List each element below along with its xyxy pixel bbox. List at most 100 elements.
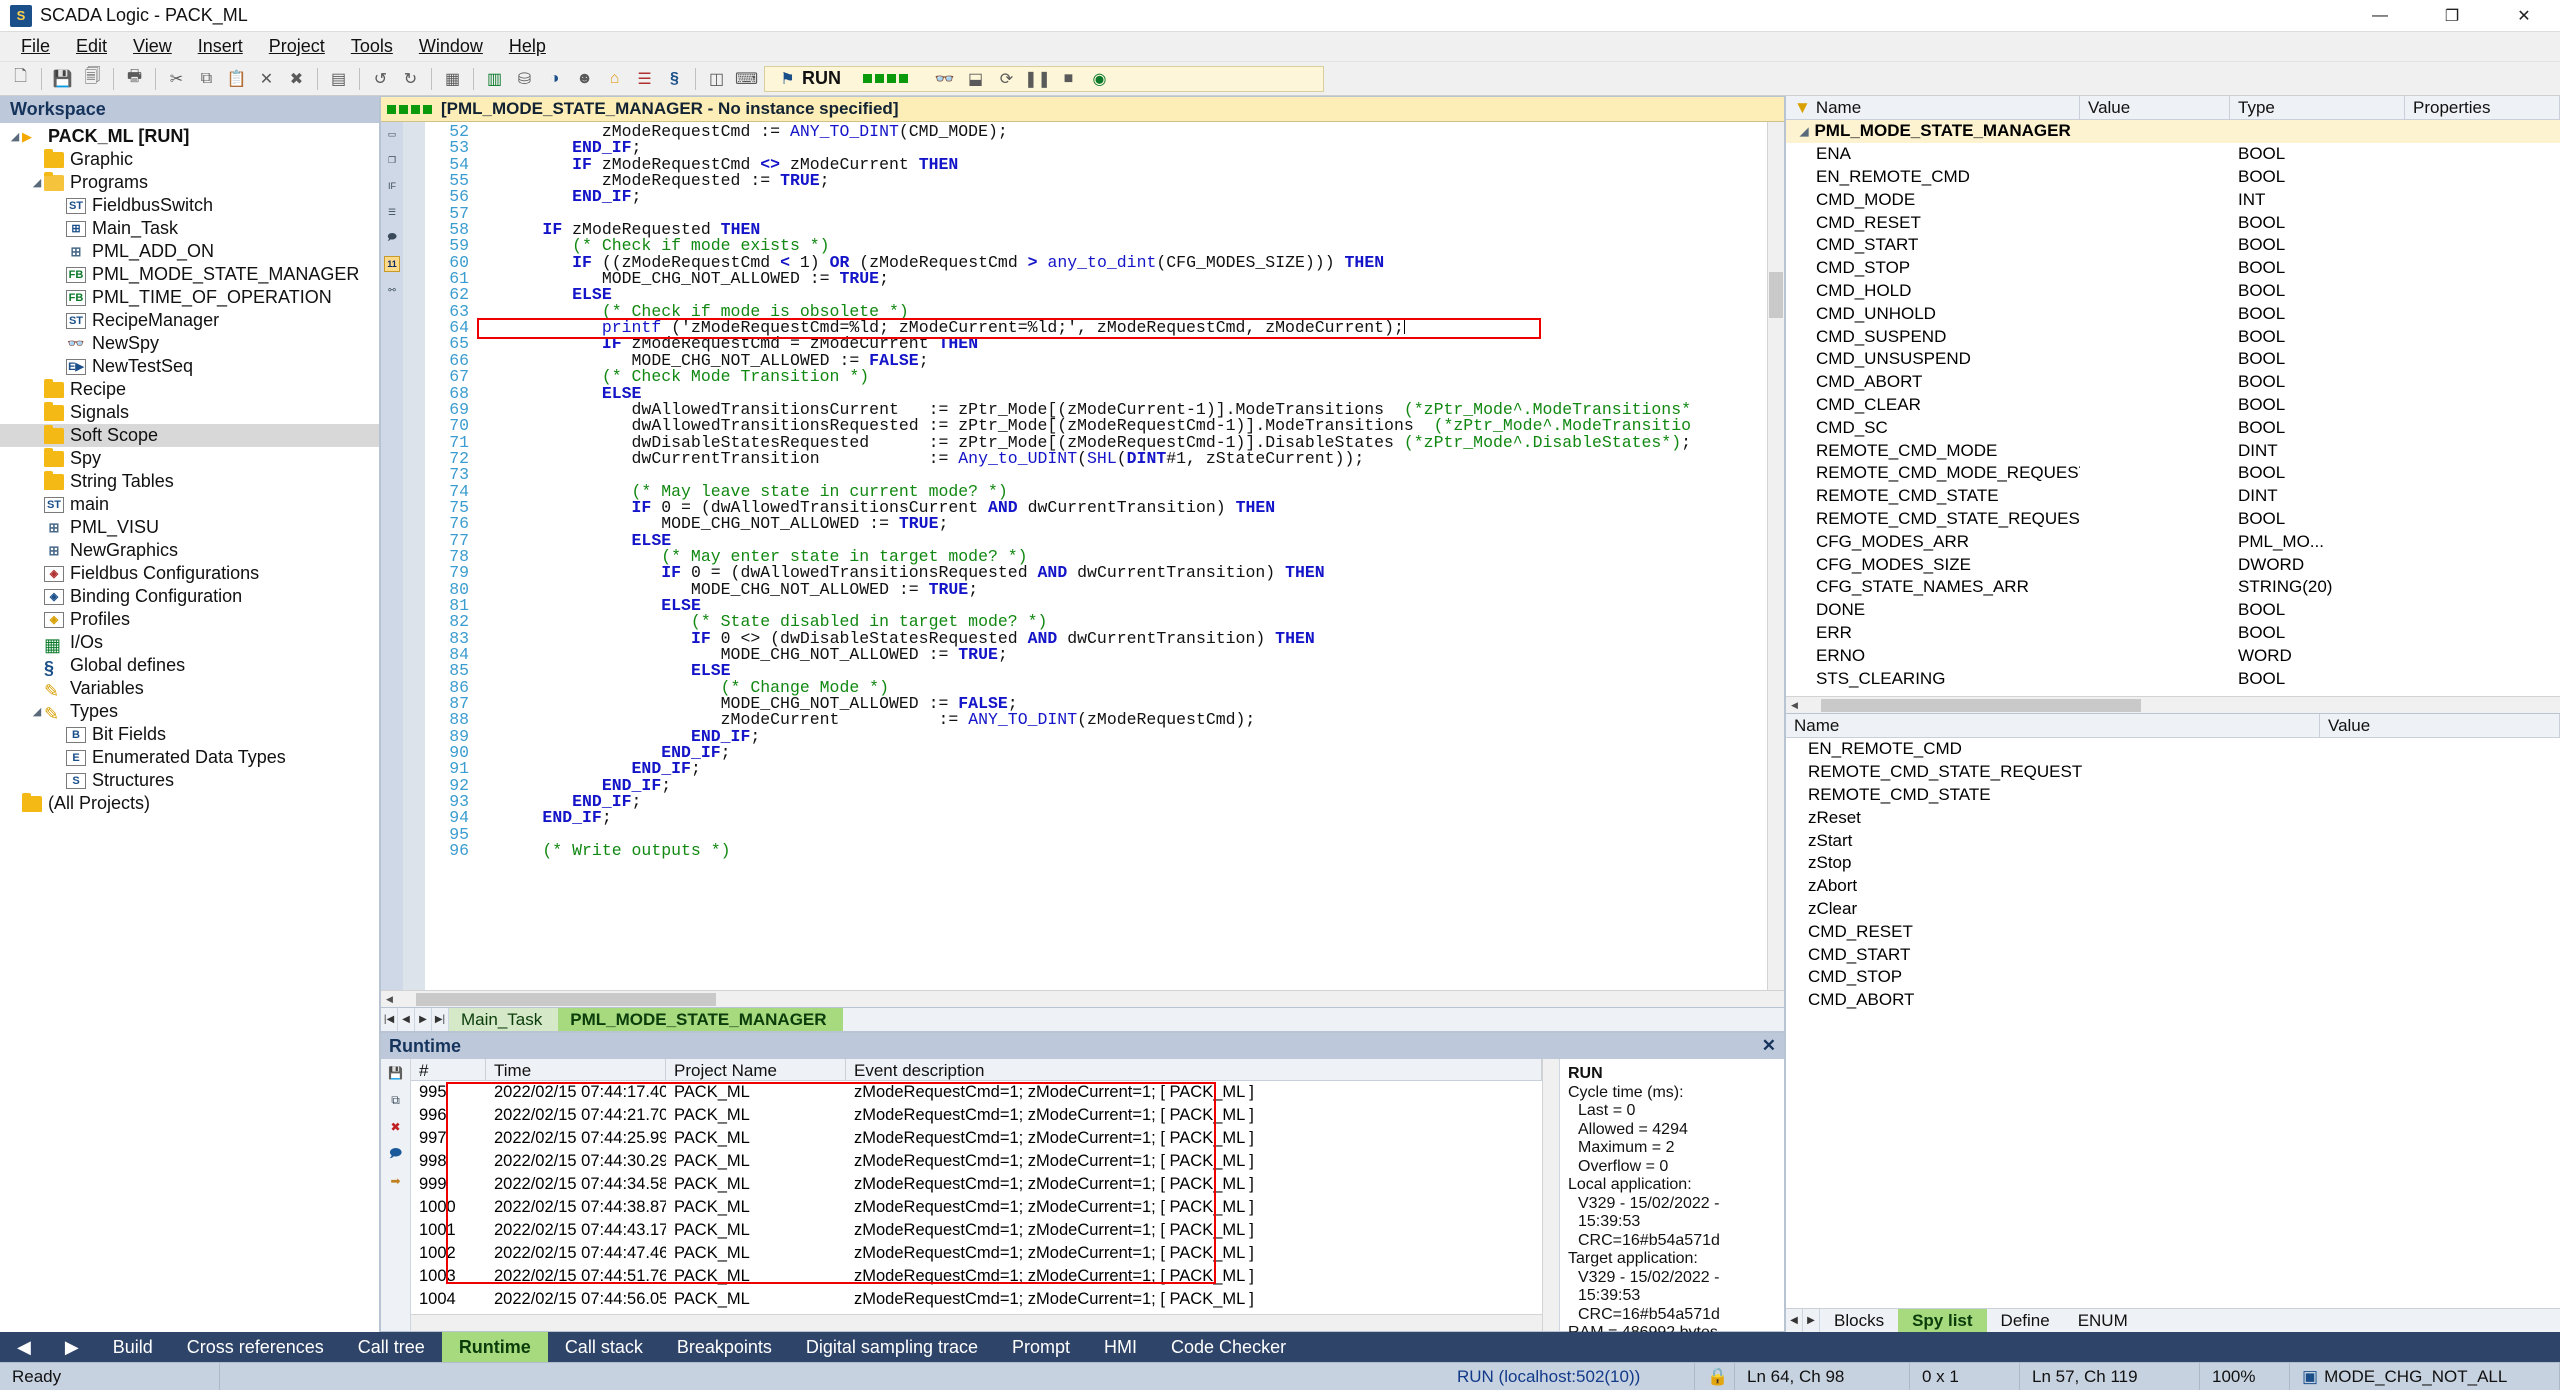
runtime-log-row[interactable]: 1001 2022/02/15 07:44:43.173 PACK_ML zModeR… <box>411 1219 1542 1242</box>
column-header-value[interactable]: Value <box>2080 96 2230 119</box>
spy-row[interactable]: zStop <box>1786 852 2560 875</box>
column-header-spy-name[interactable]: Name <box>1786 714 2320 737</box>
filter-icon[interactable]: ▼ <box>1794 98 1811 118</box>
tree-twisty-icon[interactable]: ◢ <box>1800 125 1808 138</box>
bottom-tab-next-icon[interactable]: ▶ <box>48 1332 96 1362</box>
tree-item-main-task[interactable]: ⊞ Main_Task <box>0 217 379 240</box>
spy-tab-next-icon[interactable]: ▶ <box>1803 1309 1820 1332</box>
keyboard-icon[interactable]: ⌨ <box>732 65 761 93</box>
grid-icon[interactable]: ▥ <box>480 65 509 93</box>
tree-item-programs[interactable]: ◢ Programs <box>0 171 379 194</box>
link-icon[interactable]: ⚯ <box>384 282 400 298</box>
variable-row[interactable]: CFG_STATE_NAMES_ARR STRING(20) <box>1786 576 2560 599</box>
tree-item-main[interactable]: ST main <box>0 493 379 516</box>
variable-row[interactable]: ERNO WORD <box>1786 644 2560 667</box>
tab-next-icon[interactable]: ▶ <box>415 1008 432 1031</box>
delete-all-icon[interactable]: ✖ <box>282 65 311 93</box>
column-header-time[interactable]: Time <box>486 1059 666 1080</box>
runtime-horizontal-scrollbar[interactable] <box>411 1314 1542 1331</box>
spy-row[interactable]: zClear <box>1786 898 2560 921</box>
tree-item-pack-ml-run[interactable]: ◢ ▶ PACK_ML [RUN] <box>0 125 379 148</box>
stop-icon[interactable]: ■ <box>1054 65 1083 93</box>
hierarchy-icon[interactable]: ⛁ <box>510 65 539 93</box>
bottom-tab-call-stack[interactable]: Call stack <box>548 1332 660 1362</box>
menu-view[interactable]: View <box>120 32 185 61</box>
variable-row[interactable]: CFG_MODES_SIZE DWORD <box>1786 553 2560 576</box>
runtime-rows[interactable]: 995 2022/02/15 07:44:17.409 PACK_ML zModeRe… <box>411 1081 1542 1314</box>
workspace-tree[interactable]: ◢ ▶ PACK_ML [RUN] Graphic ◢ Programs ST Fieldbu… <box>0 123 379 1332</box>
runtime-close-icon[interactable]: ✕ <box>1762 1036 1776 1056</box>
menu-file[interactable]: File <box>8 32 63 61</box>
tree-item-fieldbus-configurations[interactable]: ◈ Fieldbus Configurations <box>0 562 379 585</box>
paste-icon[interactable]: 📋 <box>222 65 251 93</box>
tree-item-graphic[interactable]: Graphic <box>0 148 379 171</box>
spy-row[interactable]: CMD_START <box>1786 943 2560 966</box>
runtime-log-row[interactable]: 999 2022/02/15 07:44:34.585 PACK_ML zModeRe… <box>411 1173 1542 1196</box>
column-header-name[interactable]: ▼ Name <box>1786 96 2080 119</box>
spy-tab-enum[interactable]: ENUM <box>2064 1309 2142 1332</box>
column-header-project[interactable]: Project Name <box>666 1059 846 1080</box>
bottom-tab-hmi[interactable]: HMI <box>1087 1332 1154 1362</box>
variable-row[interactable]: CMD_UNSUSPEND BOOL <box>1786 348 2560 371</box>
run-status-box[interactable]: ⚑ RUN 👓 ⬓ ⟳ ❚❚ ■ ◉ <box>764 65 1324 93</box>
spy-row[interactable]: REMOTE_CMD_STATE <box>1786 784 2560 807</box>
runtime-log-row[interactable]: 1003 2022/02/15 07:44:51.761 PACK_ML zModeR… <box>411 1265 1542 1288</box>
runtime-log-row[interactable]: 1000 2022/02/15 07:44:38.879 PACK_ML zModeR… <box>411 1196 1542 1219</box>
variable-row[interactable]: CMD_SUSPEND BOOL <box>1786 325 2560 348</box>
scrollbar-thumb[interactable] <box>1821 698 2141 712</box>
tree-item-spy[interactable]: Spy <box>0 447 379 470</box>
connect-icon[interactable]: ⚑ <box>773 65 802 93</box>
spy-tab-blocks[interactable]: Blocks <box>1820 1309 1898 1332</box>
bottom-tab-call-tree[interactable]: Call tree <box>341 1332 442 1362</box>
editor-tab-main-task[interactable]: Main_Task <box>449 1008 559 1031</box>
runtime-log-row[interactable]: 1004 2022/02/15 07:44:56.054 PACK_ML zModeR… <box>411 1288 1542 1311</box>
scroll-left-icon[interactable]: ◀ <box>1786 697 1803 713</box>
tree-item-structures[interactable]: S Structures <box>0 769 379 792</box>
spy-tab-define[interactable]: Define <box>1987 1309 2064 1332</box>
variable-row[interactable]: ENA BOOL <box>1786 143 2560 166</box>
spy-row[interactable]: CMD_ABORT <box>1786 989 2560 1012</box>
tree-item-global-defines[interactable]: § Global defines <box>0 654 379 678</box>
if-then-icon[interactable]: IF <box>384 178 400 194</box>
tree-item-fieldbusswitch[interactable]: ST FieldbusSwitch <box>0 194 379 217</box>
tree-item-variables[interactable]: ✎ Variables <box>0 677 379 701</box>
bottom-tab-digital-sampling-trace[interactable]: Digital sampling trace <box>789 1332 995 1362</box>
cycle-icon[interactable]: ⟳ <box>992 65 1021 93</box>
scroll-left-icon[interactable]: ◀ <box>381 991 398 1007</box>
cut-icon[interactable]: ✂ <box>162 65 191 93</box>
copy-log-icon[interactable]: ⧉ <box>386 1091 406 1109</box>
goto-log-icon[interactable]: ➡ <box>386 1172 406 1190</box>
code-line[interactable]: 94 END_IF; <box>425 810 1767 827</box>
new-icon[interactable]: 🗋 <box>6 65 35 93</box>
comment-log-icon[interactable]: 🗩 <box>386 1145 406 1163</box>
variables-rows[interactable]: ◢ PML_MODE_STATE_MANAGER ENA BOOL EN_REMOTE_… <box>1786 120 2560 696</box>
debug-icon[interactable]: ⬓ <box>961 65 990 93</box>
copy-block-icon[interactable]: ❐ <box>384 152 400 168</box>
properties-icon[interactable]: ▤ <box>324 65 353 93</box>
spy-rows[interactable]: EN_REMOTE_CMD REMOTE_CMD_STATE_REQUEST REM… <box>1786 738 2560 1308</box>
minimize-icon[interactable]: — <box>2344 0 2416 32</box>
spy-row[interactable]: CMD_RESET <box>1786 920 2560 943</box>
tree-item-newgraphics[interactable]: ⊞ NewGraphics <box>0 539 379 562</box>
tree-item-pml-visu[interactable]: ⊞ PML_VISU <box>0 516 379 539</box>
variable-row[interactable]: STS_CLEARING BOOL <box>1786 667 2560 690</box>
tree-item-all-projects[interactable]: (All Projects) <box>0 792 379 815</box>
legend-icon[interactable]: ☰ <box>630 65 659 93</box>
code-line[interactable]: 96 (* Write outputs *) <box>425 842 1767 859</box>
bottom-tab-breakpoints[interactable]: Breakpoints <box>660 1332 789 1362</box>
io-icon[interactable]: ◑ <box>540 65 569 93</box>
tree-item-signals[interactable]: Signals <box>0 401 379 424</box>
pause-icon[interactable]: ❚❚ <box>1023 65 1052 93</box>
variable-row[interactable]: CMD_UNHOLD BOOL <box>1786 302 2560 325</box>
spy-row[interactable]: CMD_STOP <box>1786 966 2560 989</box>
clear-log-icon[interactable]: ✖ <box>386 1118 406 1136</box>
runtime-vertical-scrollbar[interactable] <box>1542 1059 1559 1331</box>
code-line[interactable]: 61 MODE_CHG_NOT_ALLOWED := TRUE; <box>425 270 1767 287</box>
save-icon[interactable]: 💾 <box>48 65 77 93</box>
menu-tools[interactable]: Tools <box>338 32 406 61</box>
scrollbar-thumb[interactable] <box>416 992 716 1006</box>
spy-tab-prev-icon[interactable]: ◀ <box>1786 1309 1803 1332</box>
target-icon[interactable]: ◉ <box>1085 65 1114 93</box>
runtime-log-row[interactable]: 997 2022/02/15 07:44:25.996 PACK_ML zModeRe… <box>411 1127 1542 1150</box>
variable-row[interactable]: CMD_HOLD BOOL <box>1786 280 2560 303</box>
